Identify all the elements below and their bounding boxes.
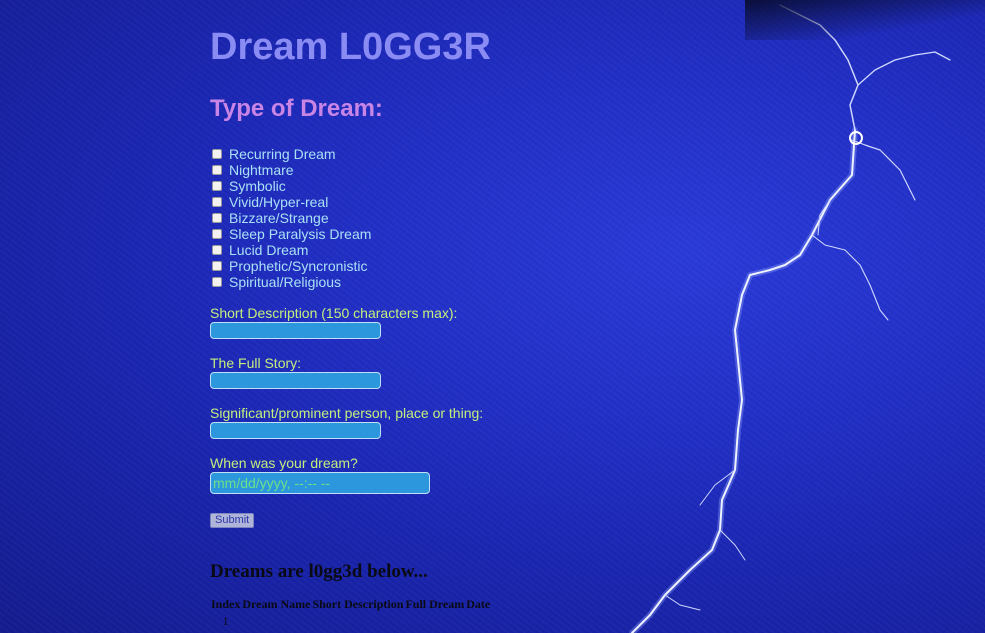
cell-full-dream	[404, 613, 465, 630]
dream-type-label: Vivid/Hyper-real	[229, 194, 329, 210]
dream-type-label: Prophetic/Syncronistic	[229, 258, 368, 274]
dream-type-option[interactable]: Spiritual/Religious	[210, 274, 371, 290]
column-header-date: Date	[466, 597, 491, 611]
dream-type-label: Spiritual/Religious	[229, 274, 342, 290]
dream-type-option[interactable]: Lucid Dream	[210, 242, 371, 258]
cell-date	[465, 613, 491, 630]
dream-type-label: Sleep Paralysis Dream	[229, 226, 372, 242]
checkbox[interactable]	[212, 261, 222, 271]
dream-date-label: When was your dream?	[210, 455, 358, 471]
checkbox[interactable]	[212, 181, 222, 191]
dream-type-option[interactable]: Bizzare/Strange	[210, 210, 371, 226]
dream-type-option[interactable]: Symbolic	[210, 178, 371, 194]
window-corner-shadow	[745, 0, 985, 40]
cell-index: 1	[222, 614, 229, 628]
significant-input[interactable]	[210, 422, 381, 439]
dream-log-table: Index Dream Name Short Description Full …	[210, 596, 491, 630]
dream-type-label: Recurring Dream	[229, 146, 336, 162]
submit-button[interactable]: Submit	[210, 513, 255, 528]
significant-label: Significant/prominent person, place or t…	[210, 405, 484, 421]
short-description-input[interactable]	[210, 322, 381, 339]
cell-short-description	[311, 613, 404, 630]
table-header-row: Index Dream Name Short Description Full …	[210, 596, 491, 613]
column-header-short-description: Short Description	[312, 597, 404, 611]
dream-log-heading: Dreams are l0gg3d below...	[210, 561, 428, 582]
dream-date-input[interactable]: mm/dd/yyyy, --:-- --	[210, 472, 430, 494]
short-description-label: Short Description (150 characters max):	[210, 305, 458, 321]
cell-dream-name	[241, 613, 311, 630]
checkbox[interactable]	[212, 277, 222, 287]
lightning-background	[629, 4, 951, 633]
dream-type-option[interactable]: Nightmare	[210, 162, 371, 178]
dream-type-label: Symbolic	[229, 178, 286, 194]
dream-type-label: Lucid Dream	[229, 242, 309, 258]
dream-type-option[interactable]: Sleep Paralysis Dream	[210, 226, 371, 242]
dream-type-option[interactable]: Vivid/Hyper-real	[210, 194, 371, 210]
dream-type-heading: Type of Dream:	[210, 95, 383, 122]
checkbox[interactable]	[212, 197, 222, 207]
column-header-full-dream: Full Dream	[405, 597, 465, 611]
dream-type-list: Recurring Dream Nightmare Symbolic Vivid…	[210, 146, 371, 290]
dream-type-option[interactable]: Prophetic/Syncronistic	[210, 258, 371, 274]
dream-type-label: Nightmare	[229, 162, 294, 178]
checkbox[interactable]	[212, 213, 222, 223]
full-story-input[interactable]	[210, 372, 381, 389]
page-title: Dream L0GG3R	[210, 26, 491, 68]
dream-type-option[interactable]: Recurring Dream	[210, 146, 371, 162]
background-texture	[0, 0, 985, 633]
dream-type-label: Bizzare/Strange	[229, 210, 329, 226]
column-header-index: Index	[211, 597, 241, 611]
checkbox[interactable]	[212, 245, 222, 255]
checkbox[interactable]	[212, 229, 222, 239]
table-row: 1	[210, 613, 491, 630]
column-header-dream-name: Dream Name	[242, 597, 311, 611]
full-story-label: The Full Story:	[210, 355, 302, 371]
checkbox[interactable]	[212, 165, 222, 175]
checkbox[interactable]	[212, 149, 222, 159]
